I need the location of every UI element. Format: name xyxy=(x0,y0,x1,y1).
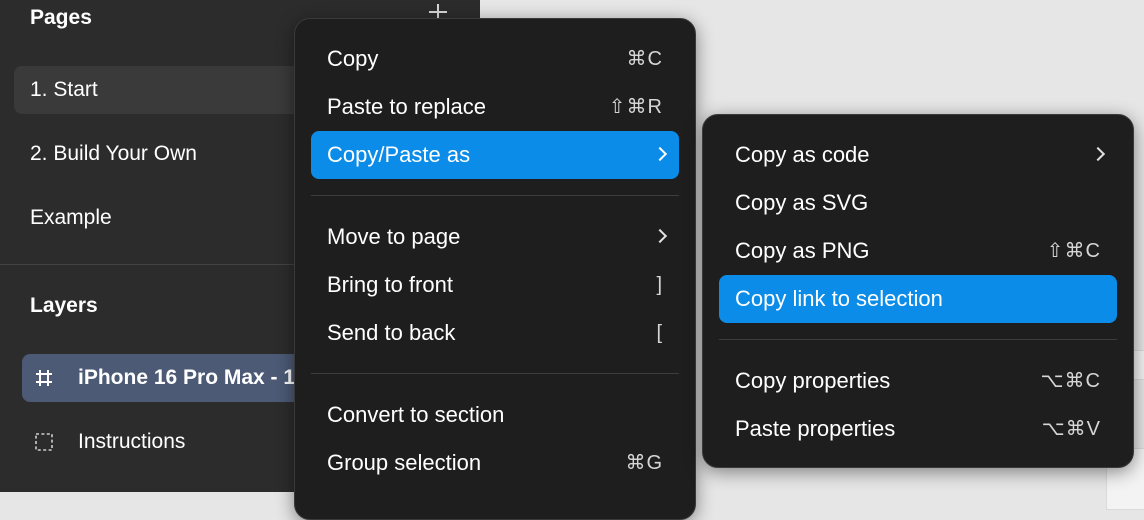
submenu-item-copy-as-png[interactable]: Copy as PNG ⇧⌘C xyxy=(719,227,1117,275)
menu-item-shortcut: ] xyxy=(656,274,663,296)
frame-icon xyxy=(36,370,52,386)
menu-item-label: Copy/Paste as xyxy=(327,142,471,167)
layer-item-iphone[interactable]: iPhone 16 Pro Max - 1 xyxy=(22,354,322,402)
menu-item-convert-to-section[interactable]: Convert to section xyxy=(311,391,679,439)
page-item-start[interactable]: 1. Start xyxy=(14,66,314,114)
menu-item-label: Copy link to selection xyxy=(735,286,943,311)
pages-title: Pages xyxy=(30,6,92,29)
chevron-right-icon xyxy=(652,228,668,244)
chevron-right-icon xyxy=(1090,146,1106,162)
menu-item-paste-to-replace[interactable]: Paste to replace ⇧⌘R xyxy=(311,83,679,131)
submenu-item-copy-as-code[interactable]: Copy as code xyxy=(719,131,1117,179)
menu-item-move-to-page[interactable]: Move to page xyxy=(311,213,679,261)
menu-item-shortcut: ⇧⌘C xyxy=(1046,240,1101,262)
menu-item-shortcut: [ xyxy=(656,322,663,344)
layer-label: Instructions xyxy=(78,430,186,453)
menu-item-copy[interactable]: Copy ⌘C xyxy=(311,35,679,83)
submenu-item-paste-properties[interactable]: Paste properties ⌥⌘V xyxy=(719,405,1117,453)
menu-item-label: Group selection xyxy=(327,450,482,475)
menu-item-label: Convert to section xyxy=(327,402,505,427)
menu-item-group-selection[interactable]: Group selection ⌘G xyxy=(311,439,679,487)
menu-item-shortcut: ⌘G xyxy=(625,452,663,474)
menu-item-shortcut: ⌥⌘V xyxy=(1041,418,1101,440)
menu-separator xyxy=(719,339,1117,340)
menu-separator xyxy=(311,373,679,374)
section-icon xyxy=(35,433,53,451)
menu-item-send-to-back[interactable]: Send to back [ xyxy=(311,309,679,357)
chevron-right-icon xyxy=(652,146,668,162)
menu-item-copy-paste-as[interactable]: Copy/Paste as xyxy=(311,131,679,179)
submenu-item-copy-as-svg[interactable]: Copy as SVG xyxy=(719,179,1117,227)
menu-item-label: Move to page xyxy=(327,224,461,249)
menu-item-label: Bring to front xyxy=(327,272,453,297)
submenu-item-copy-link-to-selection[interactable]: Copy link to selection xyxy=(719,275,1117,323)
menu-item-shortcut: ⌥⌘C xyxy=(1040,370,1101,392)
menu-item-label: Copy as SVG xyxy=(735,190,869,215)
copy-paste-as-submenu: Copy as code Copy as SVG Copy as PNG ⇧⌘C… xyxy=(702,114,1134,468)
menu-item-label: Copy as PNG xyxy=(735,238,870,263)
menu-item-label: Paste to replace xyxy=(327,94,486,119)
menu-item-label: Send to back xyxy=(327,320,456,345)
menu-item-label: Copy properties xyxy=(735,368,891,393)
menu-item-label: Copy as code xyxy=(735,142,870,167)
menu-item-shortcut: ⇧⌘R xyxy=(608,96,663,118)
page-item-build-your-own[interactable]: 2. Build Your Own xyxy=(14,130,314,178)
layer-label: iPhone 16 Pro Max - 1 xyxy=(78,366,296,389)
layers-title: Layers xyxy=(30,294,98,317)
menu-separator xyxy=(311,195,679,196)
submenu-item-copy-properties[interactable]: Copy properties ⌥⌘C xyxy=(719,357,1117,405)
page-item-example[interactable]: Example xyxy=(14,194,314,242)
menu-item-label: Copy xyxy=(327,46,379,71)
menu-item-label: Paste properties xyxy=(735,416,896,441)
layer-item-instructions[interactable]: Instructions xyxy=(22,418,322,466)
menu-item-shortcut: ⌘C xyxy=(626,48,663,70)
context-menu: Copy ⌘C Paste to replace ⇧⌘R Copy/Paste … xyxy=(294,18,696,520)
menu-item-bring-to-front[interactable]: Bring to front ] xyxy=(311,261,679,309)
